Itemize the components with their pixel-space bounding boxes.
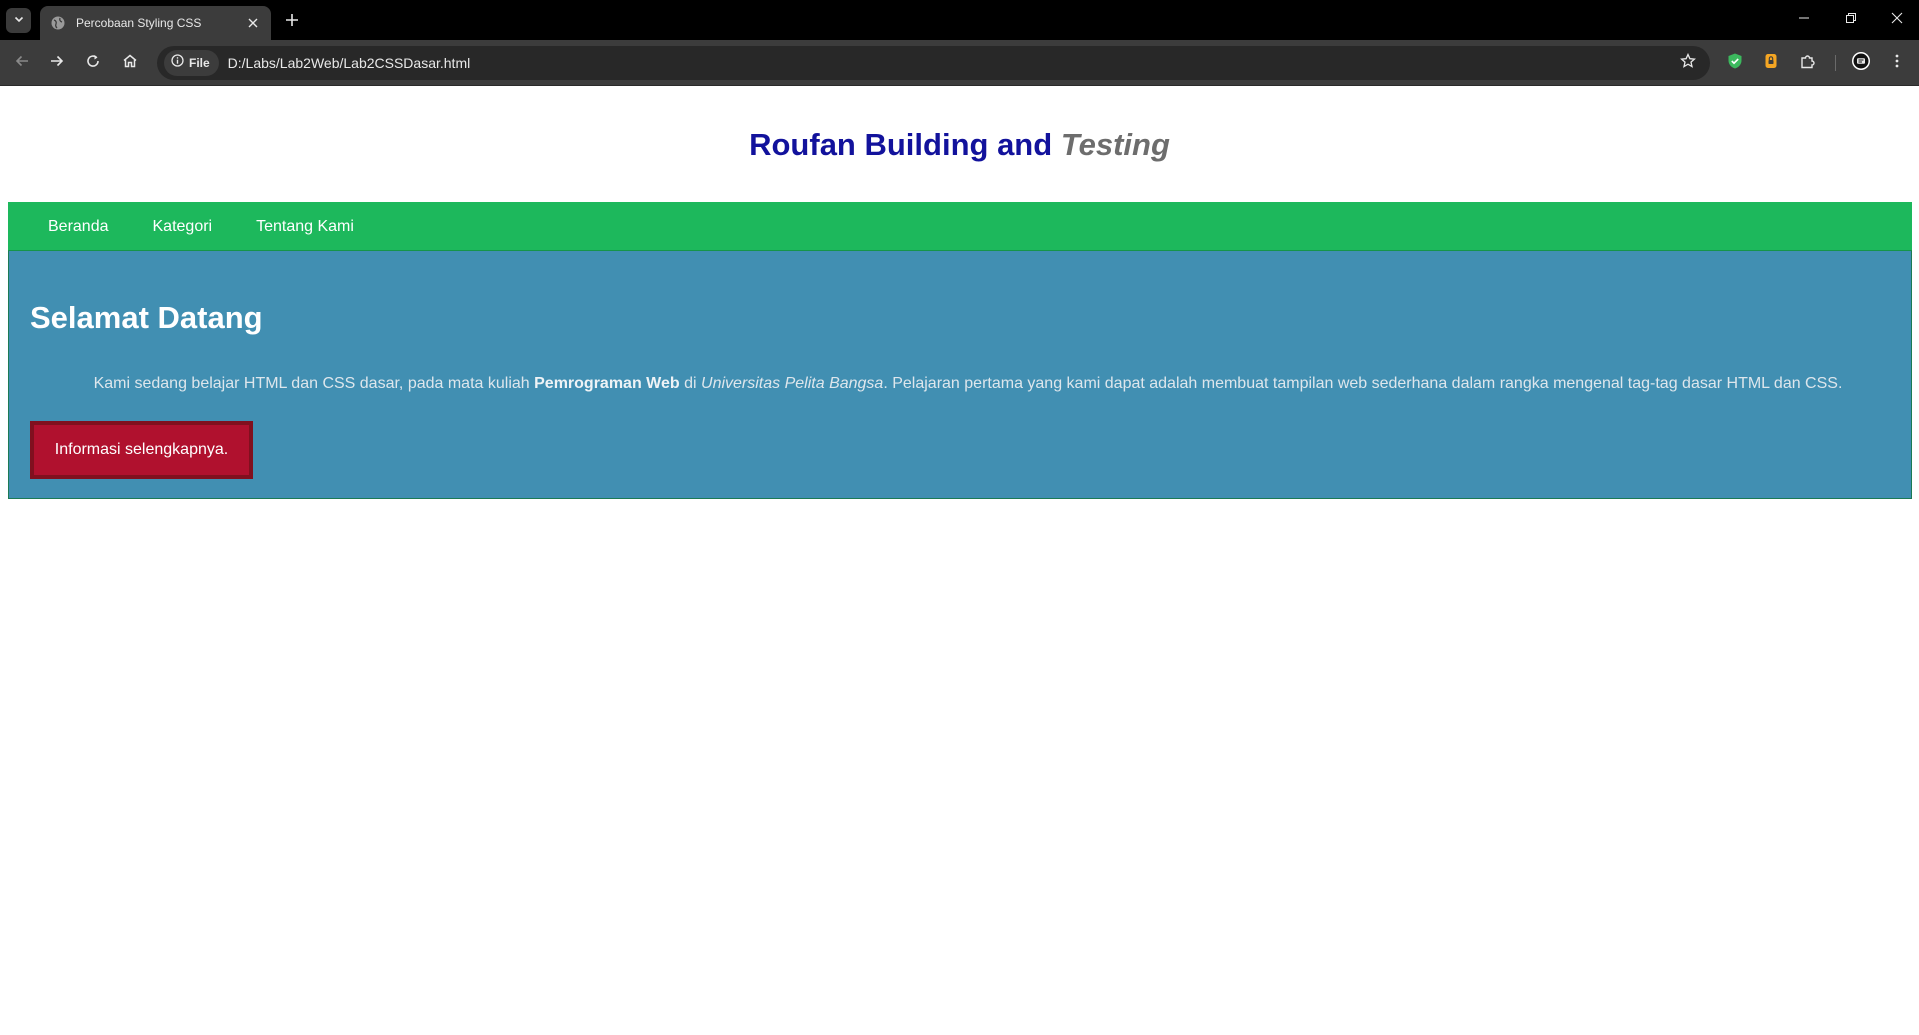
site-header: Roufan Building and Testing	[8, 87, 1911, 202]
globe-icon	[50, 15, 66, 31]
main-nav: Beranda Kategori Tentang Kami	[8, 202, 1912, 251]
browser-tab-active[interactable]: Percobaan Styling CSS	[40, 6, 271, 40]
shield-icon	[1726, 52, 1744, 75]
more-vertical-icon	[1889, 53, 1905, 74]
nav-link-beranda[interactable]: Beranda	[26, 202, 131, 251]
toolbar-divider	[1835, 55, 1836, 71]
minimize-icon	[1798, 11, 1810, 29]
arrow-right-icon	[49, 53, 65, 74]
restore-icon	[1845, 11, 1857, 29]
web-page: Roufan Building and Testing Beranda Kate…	[0, 87, 1919, 1035]
profile-avatar[interactable]	[1850, 51, 1872, 76]
arrow-left-icon	[14, 53, 30, 74]
chevron-down-icon	[13, 12, 25, 30]
hero-text-part-2: di	[684, 375, 697, 392]
hero-title: Selamat Datang	[30, 300, 263, 335]
url-text[interactable]: D:/Labs/Lab2Web/Lab2CSSDasar.html	[228, 55, 471, 71]
minimize-button[interactable]	[1789, 6, 1819, 34]
hero-text-part-3: . Pelajaran pertama yang kami dapat adal…	[883, 375, 1843, 392]
browser-toolbar: File D:/Labs/Lab2Web/Lab2CSSDasar.html	[0, 40, 1919, 86]
nav-link-kategori[interactable]: Kategori	[131, 202, 235, 251]
close-icon	[1891, 11, 1903, 29]
page-title-emphasis: Testing	[1060, 126, 1170, 162]
browser-menu-button[interactable]	[1886, 52, 1908, 74]
home-button[interactable]	[118, 51, 142, 75]
close-icon[interactable]	[245, 15, 261, 31]
restore-button[interactable]	[1836, 6, 1866, 34]
more-info-button[interactable]: Informasi selengkapnya.	[30, 421, 253, 479]
site-info-chip[interactable]: File	[164, 50, 219, 76]
new-tab-button[interactable]	[280, 10, 304, 34]
tab-title: Percobaan Styling CSS	[76, 16, 202, 30]
back-button[interactable]	[10, 51, 34, 75]
close-window-button[interactable]	[1882, 6, 1912, 34]
extensions-button[interactable]	[1797, 52, 1819, 74]
hero-text-italic: Universitas Pelita Bangsa	[701, 375, 884, 392]
address-bar[interactable]: File D:/Labs/Lab2Web/Lab2CSSDasar.html	[157, 46, 1710, 80]
page-title-plain: Roufan Building and	[749, 126, 1053, 162]
hero-text-bold: Pemrograman Web	[534, 375, 680, 392]
reload-button[interactable]	[81, 51, 105, 75]
shield-extension-button[interactable]	[1724, 52, 1746, 74]
info-icon	[171, 54, 184, 72]
plus-icon	[285, 13, 299, 32]
avatar-icon	[1851, 51, 1871, 76]
home-icon	[122, 53, 138, 74]
forward-button[interactable]	[45, 51, 69, 75]
site-chip-label: File	[189, 56, 210, 70]
bookmark-button[interactable]	[1678, 52, 1698, 74]
browser-titlebar: Percobaan Styling CSS	[0, 0, 1919, 40]
reload-icon	[85, 53, 101, 74]
hero-paragraph: Kami sedang belajar HTML dan CSS dasar, …	[9, 375, 1911, 393]
page-title: Roufan Building and Testing	[749, 127, 1170, 163]
hero-section: Selamat Datang Kami sedang belajar HTML …	[8, 251, 1912, 499]
star-icon	[1680, 52, 1696, 74]
nav-link-tentang-kami[interactable]: Tentang Kami	[234, 202, 376, 251]
hero-text-part-1: Kami sedang belajar HTML dan CSS dasar, …	[93, 375, 530, 392]
tab-list-button[interactable]	[6, 8, 31, 33]
lock-icon	[1762, 52, 1780, 75]
password-extension-button[interactable]	[1760, 52, 1782, 74]
puzzle-icon	[1799, 52, 1817, 75]
